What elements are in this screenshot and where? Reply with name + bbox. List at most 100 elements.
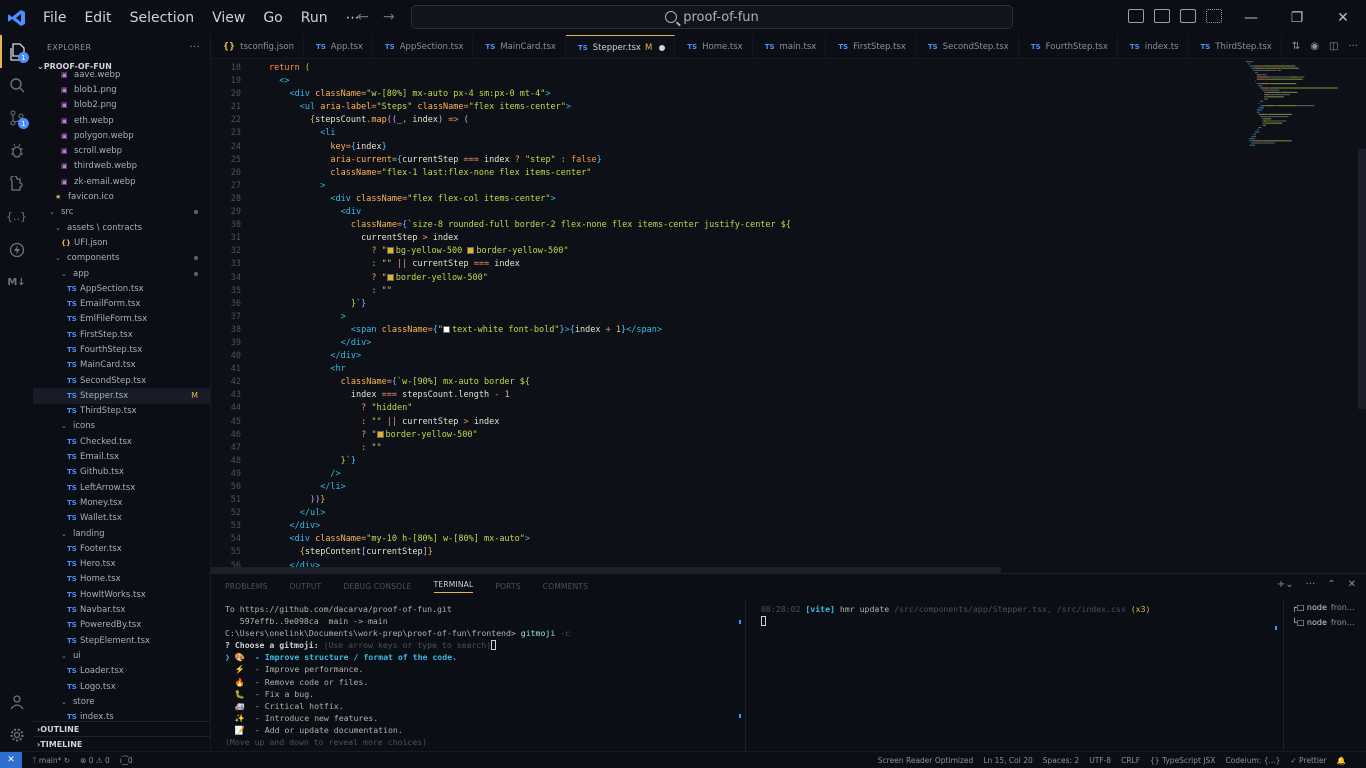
code-line[interactable]: > bbox=[269, 181, 1219, 194]
file-item[interactable]: TS MainCard.tsx bbox=[33, 358, 210, 373]
file-item[interactable]: TS Loader.tsx bbox=[33, 664, 210, 679]
editor-tab[interactable]: TS FourthStep.tsx bbox=[1019, 35, 1118, 58]
timeline-section[interactable]: › TIMELINE bbox=[33, 736, 210, 751]
extensions-icon[interactable] bbox=[0, 167, 33, 200]
code-line[interactable]: /> bbox=[269, 469, 1219, 482]
color-swatch[interactable] bbox=[376, 430, 384, 438]
folder-item[interactable]: ⌄ icons bbox=[33, 419, 210, 434]
color-swatch[interactable] bbox=[386, 247, 394, 255]
menu-edit[interactable]: Edit bbox=[75, 10, 120, 26]
outline-section[interactable]: › OUTLINE bbox=[33, 721, 210, 736]
file-item[interactable]: TS Email.tsx bbox=[33, 449, 210, 464]
code-line[interactable]: > bbox=[269, 312, 1219, 325]
code-line[interactable]: }`} bbox=[269, 456, 1219, 469]
folder-item[interactable]: ⌄ assets \ contracts bbox=[33, 220, 210, 235]
code-line[interactable]: </li> bbox=[269, 482, 1219, 495]
code-line[interactable]: : "" bbox=[269, 443, 1219, 456]
menu-go[interactable]: Go bbox=[254, 10, 291, 26]
minimap[interactable] bbox=[1244, 59, 1364, 259]
maximize-panel-icon[interactable]: ⌃ bbox=[1327, 579, 1335, 590]
menu-file[interactable]: File bbox=[34, 10, 75, 26]
code-line[interactable]: index === stepsCount.length - 1 bbox=[269, 390, 1219, 403]
editor-tab[interactable]: TS index.ts bbox=[1118, 35, 1189, 58]
code-line[interactable]: ? " bg-yellow-500 border-yellow-500" bbox=[269, 246, 1219, 259]
code-line[interactable]: key={index} bbox=[269, 142, 1219, 155]
code-line[interactable]: <div className="w-[80%] mx-auto px-4 sm:… bbox=[269, 89, 1219, 102]
file-item[interactable]: TS Wallet.tsx bbox=[33, 511, 210, 526]
remote-explorer-icon[interactable]: M↓ bbox=[0, 266, 33, 299]
code-line[interactable]: className={`w-[90%] mx-auto border ${ bbox=[269, 377, 1219, 390]
remote-indicator-icon[interactable]: ✕ bbox=[0, 751, 22, 768]
forward-arrow-icon[interactable]: → bbox=[383, 9, 395, 25]
file-item[interactable]: {} UFI.json bbox=[33, 235, 210, 250]
close-icon[interactable]: ✕ bbox=[1320, 10, 1366, 26]
code-line[interactable]: : "" bbox=[269, 286, 1219, 299]
codeium-icon[interactable] bbox=[0, 233, 33, 266]
command-center-search[interactable]: proof-of-fun bbox=[411, 5, 1013, 29]
toggle-panel-icon[interactable] bbox=[1154, 9, 1170, 23]
terminal-left[interactable]: To https://github.com/dacarva/proof-of-f… bbox=[225, 604, 745, 749]
more-actions-icon[interactable]: ··· bbox=[1348, 41, 1358, 52]
tab-terminal[interactable]: TERMINAL bbox=[433, 580, 474, 593]
compare-changes-icon[interactable]: ⇅ bbox=[1292, 41, 1300, 52]
file-item[interactable]: TS ThirdStep.tsx bbox=[33, 404, 210, 419]
file-item[interactable]: ▣ polygon.webp bbox=[33, 128, 210, 143]
open-changes-icon[interactable]: ◉ bbox=[1310, 41, 1319, 52]
code-editor[interactable]: 18 19 20 21 22 23 24 25 26 27 28 29 30 31 32 33 34 35 36 37… bbox=[211, 59, 1366, 573]
language-mode[interactable]: {} TypeScript JSX bbox=[1150, 756, 1215, 765]
settings-gear-icon[interactable] bbox=[0, 718, 33, 751]
code-line[interactable]: aria-current={currentStep === index ? "s… bbox=[269, 155, 1219, 168]
editor-tab[interactable]: TS Home.tsx bbox=[675, 35, 753, 58]
file-item[interactable]: TS SecondStep.tsx bbox=[33, 373, 210, 388]
restore-icon[interactable]: ❐ bbox=[1274, 10, 1320, 26]
code-line[interactable]: <hr bbox=[269, 364, 1219, 377]
menu-run[interactable]: Run bbox=[292, 10, 337, 26]
code-line[interactable]: <div className="flex flex-col items-cent… bbox=[269, 194, 1219, 207]
codeium-status[interactable]: Codeium: {...} bbox=[1225, 756, 1280, 765]
tab-debug-console[interactable]: DEBUG CONSOLE bbox=[343, 582, 411, 591]
file-item[interactable]: TS FirstStep.tsx bbox=[33, 327, 210, 342]
toggle-sidebar-icon[interactable] bbox=[1128, 9, 1144, 23]
tab-problems[interactable]: PROBLEMS bbox=[225, 582, 268, 591]
file-item[interactable]: TS Checked.tsx bbox=[33, 434, 210, 449]
code-line[interactable]: ))} bbox=[269, 495, 1219, 508]
run-debug-icon[interactable] bbox=[0, 134, 33, 167]
file-item[interactable]: TS LeftArrow.tsx bbox=[33, 480, 210, 495]
code-line[interactable]: {stepContent[currentStep]} bbox=[269, 547, 1219, 560]
color-swatch[interactable] bbox=[467, 247, 475, 255]
code-line[interactable]: </div> bbox=[269, 521, 1219, 534]
customize-layout-icon[interactable] bbox=[1206, 9, 1222, 23]
editor-tab[interactable]: TS SecondStep.tsx bbox=[916, 35, 1019, 58]
file-item[interactable]: ▣ thirdweb.webp bbox=[33, 159, 210, 174]
file-item[interactable]: TS FourthStep.tsx bbox=[33, 342, 210, 357]
editor-tab[interactable]: TS AppSection.tsx bbox=[373, 35, 474, 58]
file-item[interactable]: ▣ zk-email.webp bbox=[33, 174, 210, 189]
problems-indicator[interactable]: ⊗ 0 ⚠ 0 bbox=[80, 756, 110, 765]
editor-tab[interactable]: TS ThirdStep.tsx bbox=[1188, 35, 1282, 58]
prettier-status[interactable]: ✓ Prettier bbox=[1290, 756, 1326, 765]
code-lines[interactable]: return ( <> <div className="w-[80%] mx-a… bbox=[269, 63, 1219, 573]
code-line[interactable]: ? "hidden" bbox=[269, 403, 1219, 416]
menu-view[interactable]: View bbox=[203, 10, 254, 26]
color-swatch[interactable] bbox=[386, 273, 394, 281]
editor-tab[interactable]: TS main.tsx bbox=[753, 35, 827, 58]
folder-item[interactable]: ⌄ landing bbox=[33, 526, 210, 541]
screen-reader-status[interactable]: Screen Reader Optimized bbox=[878, 756, 974, 765]
editor-tab[interactable]: TS Stepper.tsx M bbox=[565, 35, 676, 58]
file-item[interactable]: ▣ blob2.png bbox=[33, 98, 210, 113]
code-line[interactable]: className="flex-1 last:flex-none flex it… bbox=[269, 168, 1219, 181]
folder-item[interactable]: ⌄ ui bbox=[33, 648, 210, 663]
editor-tab[interactable]: {} tsconfig.json bbox=[211, 35, 304, 58]
file-item[interactable]: TS PoweredBy.tsx bbox=[33, 618, 210, 633]
code-line[interactable]: return ( bbox=[269, 63, 1219, 76]
code-line[interactable]: </div> bbox=[269, 338, 1219, 351]
code-line[interactable]: <div bbox=[269, 207, 1219, 220]
editor-tab[interactable]: TS FirstStep.tsx bbox=[826, 35, 916, 58]
close-panel-icon[interactable]: ✕ bbox=[1348, 579, 1356, 590]
more-actions-icon[interactable]: ··· bbox=[1306, 579, 1316, 590]
code-line[interactable]: <ul aria-label="Steps" className="flex i… bbox=[269, 102, 1219, 115]
editor-tab[interactable]: TS App.tsx bbox=[304, 35, 373, 58]
back-arrow-icon[interactable]: ← bbox=[357, 9, 369, 25]
folder-item[interactable]: ⌄ app bbox=[33, 266, 210, 281]
code-line[interactable]: </div> bbox=[269, 351, 1219, 364]
